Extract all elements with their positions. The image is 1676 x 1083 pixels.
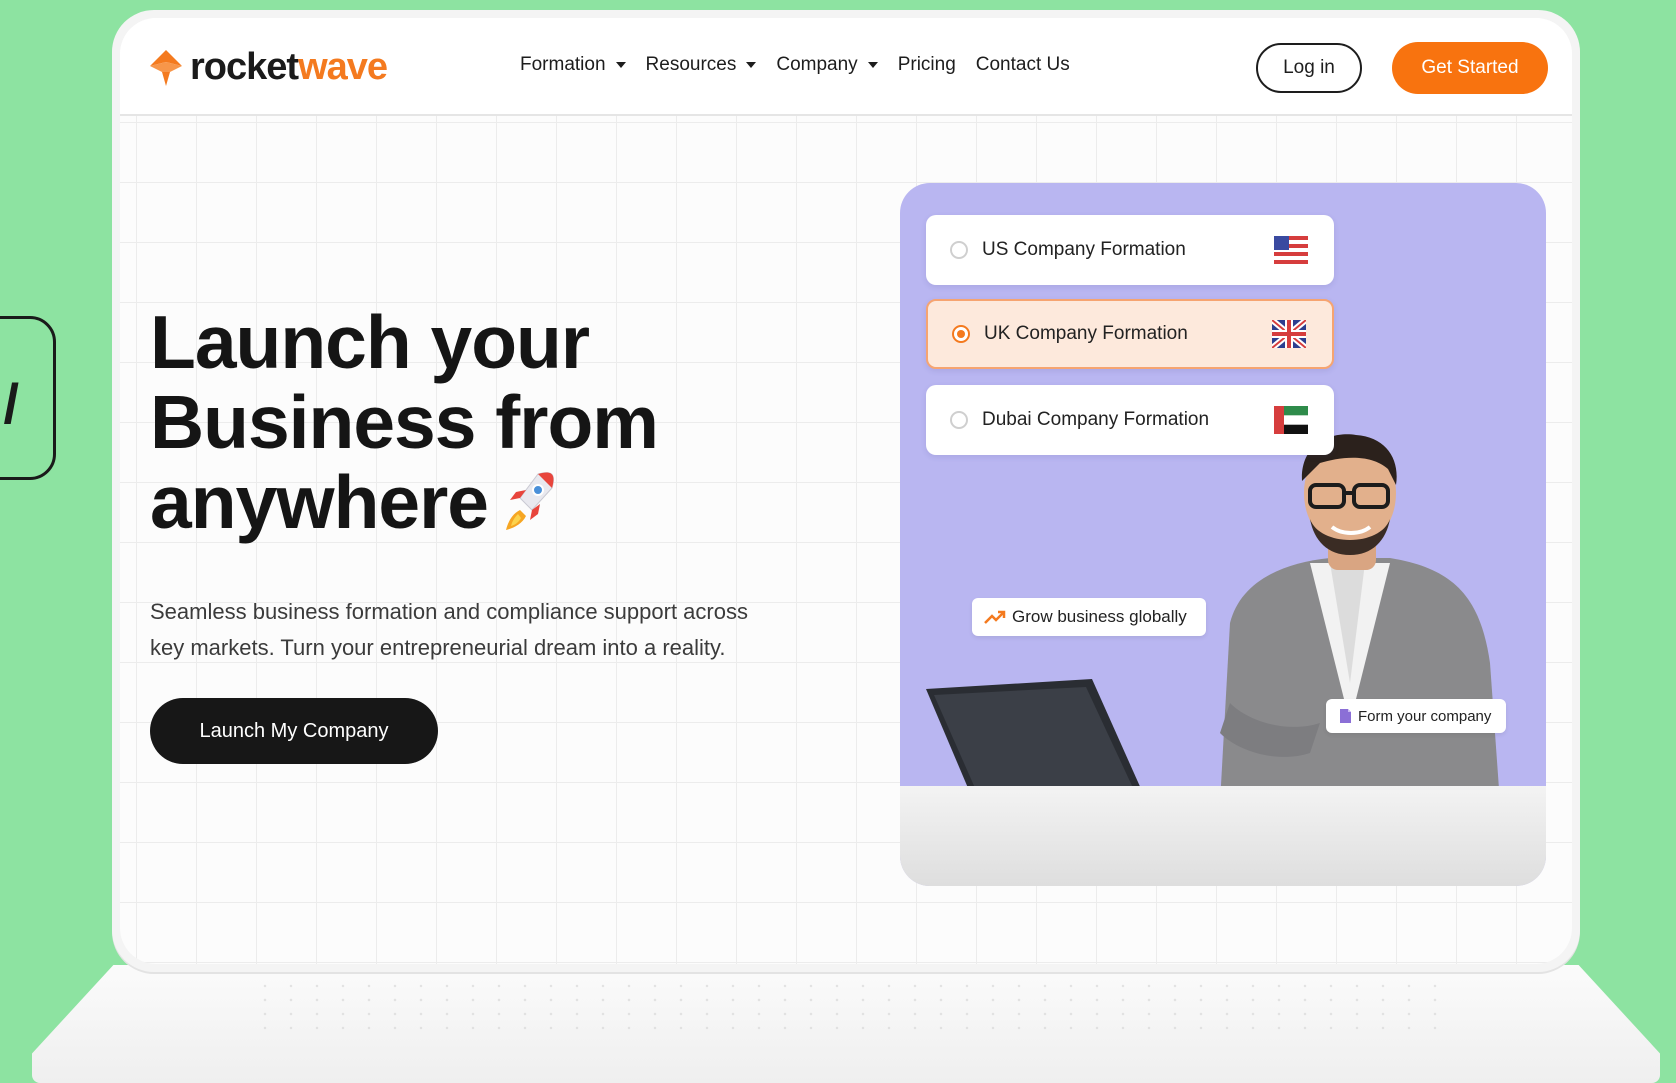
chevron-down-icon (746, 62, 757, 68)
rocketwave-logo-icon (148, 48, 184, 88)
nav-company[interactable]: Company (776, 54, 878, 76)
chevron-down-icon (615, 62, 626, 68)
hero-title: Launch your Business from anywhere (150, 300, 659, 548)
main-nav: Formation Resources Company Pricing Cont… (520, 54, 1090, 76)
rocket-icon (498, 468, 558, 548)
nav-formation[interactable]: Formation (520, 54, 626, 76)
laptop-keyboard (252, 979, 1440, 1031)
radio-button-selected[interactable] (952, 325, 970, 343)
nav-label: Contact Us (975, 54, 1070, 75)
nav-resources[interactable]: Resources (646, 54, 757, 76)
nav-label: Company (776, 54, 858, 75)
radio-button[interactable] (950, 411, 968, 429)
option-label: US Company Formation (982, 239, 1186, 260)
chip-label: Grow business globally (1012, 607, 1187, 626)
laptop-bezel: rocketwave Formation Resources Company P… (112, 10, 1580, 972)
trending-up-icon (984, 609, 1006, 625)
laptop-base (32, 965, 1660, 1083)
hero-illustration-panel: US Company Formation UK Company Formatio… (900, 183, 1546, 886)
form-company-chip: Form your company (1326, 699, 1506, 733)
logo[interactable]: rocketwave (148, 46, 388, 89)
businessman-illustration (1220, 434, 1500, 803)
us-flag-icon (1274, 236, 1308, 264)
site-header: rocketwave Formation Resources Company P… (120, 18, 1572, 116)
uae-flag-icon (1274, 406, 1308, 434)
partial-glyph: / (3, 372, 19, 435)
logo-text-accent: wave (298, 46, 388, 88)
nav-pricing[interactable]: Pricing (898, 54, 956, 76)
chip-label: Form your company (1358, 707, 1492, 725)
chevron-down-icon (867, 62, 878, 68)
login-button[interactable]: Log in (1256, 43, 1362, 93)
desk (900, 786, 1546, 886)
option-label: Dubai Company Formation (982, 409, 1210, 430)
hero-title-line2: Business from (150, 380, 659, 464)
hero-title-line1: Launch your (150, 300, 590, 384)
nav-label: Pricing (897, 54, 956, 75)
grow-business-chip: Grow business globally (972, 598, 1206, 636)
radio-button[interactable] (950, 241, 968, 259)
decorative-frame: / (0, 316, 56, 480)
logo-text: rocketwave (190, 46, 388, 89)
logo-text-dark: rocket (190, 46, 299, 88)
website-screen: rocketwave Formation Resources Company P… (120, 18, 1572, 964)
nav-label: Formation (520, 54, 606, 75)
option-uk-company-formation[interactable]: UK Company Formation (926, 299, 1334, 369)
option-dubai-company-formation[interactable]: Dubai Company Formation (926, 385, 1334, 455)
nav-contact-us[interactable]: Contact Us (976, 54, 1070, 76)
nav-label: Resources (645, 54, 737, 75)
get-started-button[interactable]: Get Started (1392, 42, 1548, 94)
hero-subtitle-line1: Seamless business formation and complian… (150, 599, 748, 624)
hero-subtitle-line2: key markets. Turn your entrepreneurial d… (150, 635, 726, 660)
hero-subtitle: Seamless business formation and complian… (150, 594, 830, 666)
hero-title-line3: anywhere (150, 460, 489, 544)
option-label: UK Company Formation (984, 323, 1188, 344)
launch-my-company-button[interactable]: Launch My Company (150, 698, 438, 764)
uk-flag-icon (1272, 320, 1306, 348)
option-us-company-formation[interactable]: US Company Formation (926, 215, 1334, 285)
document-icon (1338, 708, 1352, 724)
